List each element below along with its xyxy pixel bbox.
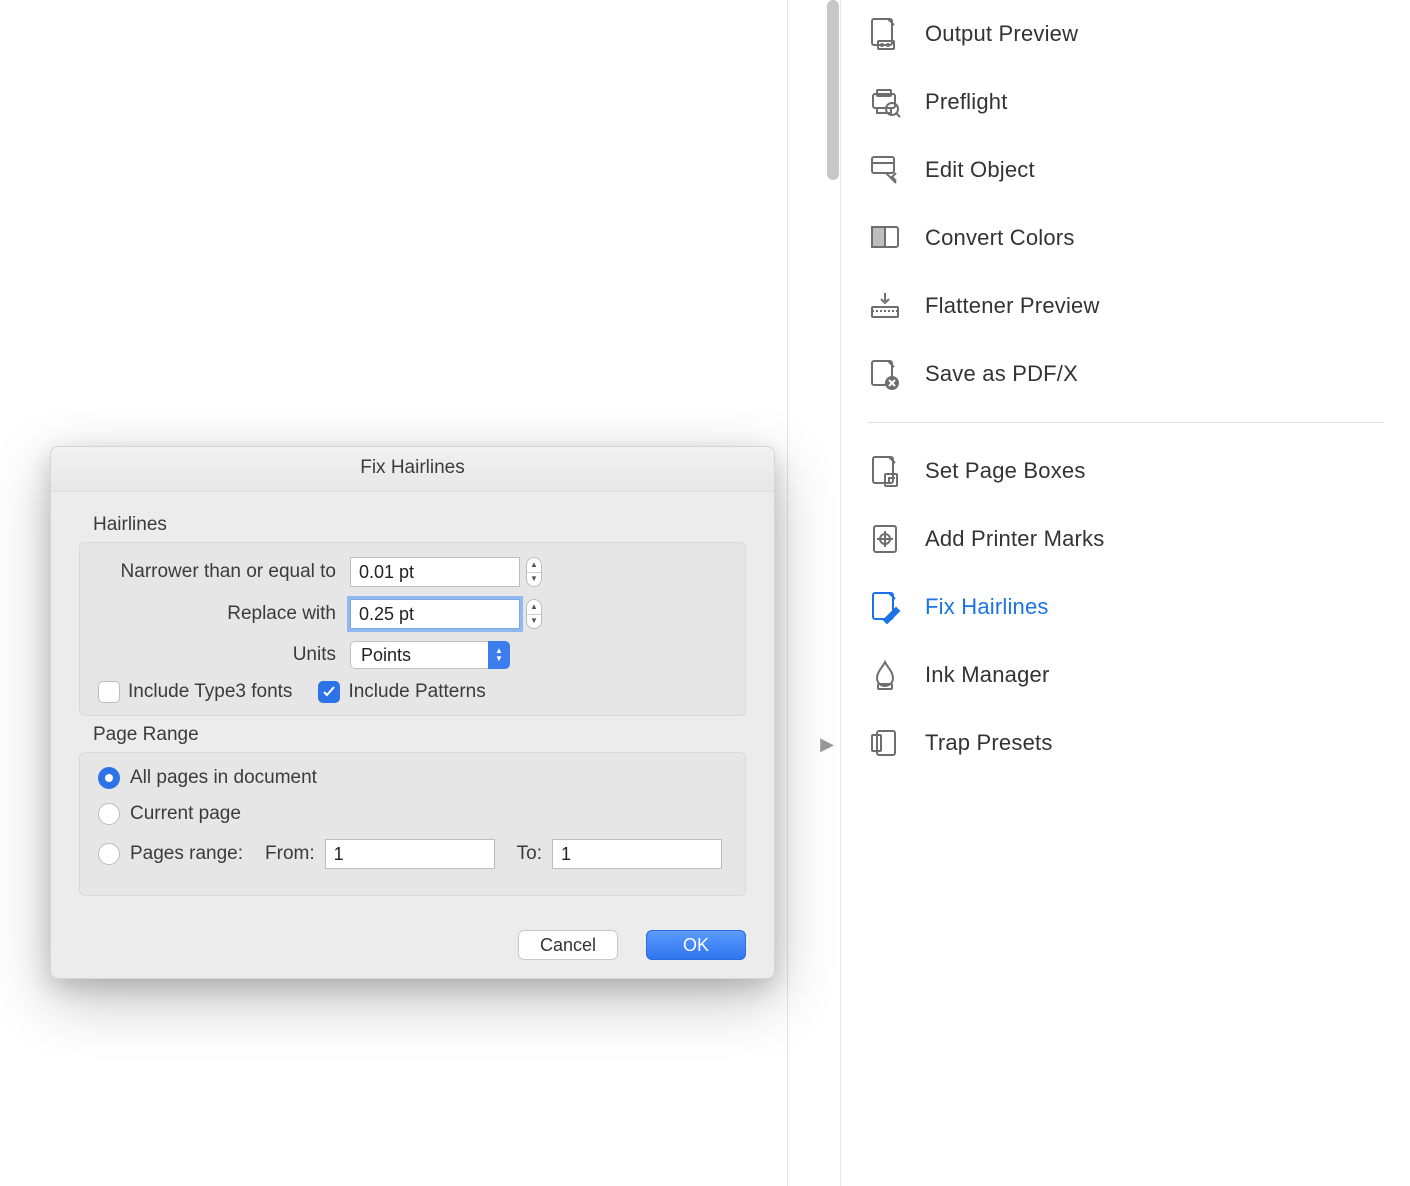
sidebar-item-label: Flattener Preview: [925, 293, 1100, 319]
sidebar-item-ink-manager[interactable]: Ink Manager: [841, 641, 1410, 709]
radio-all-pages-label: All pages in document: [130, 767, 317, 789]
sidebar-item-label: Set Page Boxes: [925, 458, 1086, 484]
to-label: To:: [517, 843, 542, 865]
set-page-boxes-icon: [867, 453, 903, 489]
stepper-up-icon[interactable]: ▲: [527, 558, 541, 573]
print-production-sidebar: Output Preview Preflight Edit Object Con…: [840, 0, 1410, 1186]
narrower-stepper[interactable]: ▲ ▼: [526, 557, 542, 587]
page-range-group-label: Page Range: [93, 724, 746, 746]
preflight-icon: [867, 84, 903, 120]
include-patterns-checkbox[interactable]: [318, 681, 340, 703]
sidebar-item-trap-presets[interactable]: Trap Presets: [841, 709, 1410, 777]
hairlines-group-label: Hairlines: [93, 514, 746, 536]
hairlines-group: Narrower than or equal to ▲ ▼ Replace wi…: [79, 542, 746, 716]
radio-all-pages[interactable]: [98, 767, 120, 789]
sidebar-item-fix-hairlines[interactable]: Fix Hairlines: [841, 573, 1410, 641]
sidebar-item-convert-colors[interactable]: Convert Colors: [841, 204, 1410, 272]
units-select-value: Points: [350, 641, 510, 669]
add-printer-marks-icon: [867, 521, 903, 557]
panel-collapse-handle[interactable]: ▶: [820, 735, 834, 753]
sidebar-item-label: Save as PDF/X: [925, 361, 1078, 387]
sidebar-divider: [867, 422, 1384, 423]
narrower-label: Narrower than or equal to: [98, 561, 350, 583]
fix-hairlines-icon: [867, 589, 903, 625]
units-label: Units: [98, 644, 350, 666]
sidebar-item-add-printer-marks[interactable]: Add Printer Marks: [841, 505, 1410, 573]
sidebar-item-label: Edit Object: [925, 157, 1035, 183]
sidebar-item-save-pdfx[interactable]: Save as PDF/X: [841, 340, 1410, 408]
select-arrows-icon: ▲▼: [488, 641, 510, 669]
from-input[interactable]: [325, 839, 495, 869]
sidebar-item-label: Preflight: [925, 89, 1008, 115]
page-range-group: All pages in document Current page Pages…: [79, 752, 746, 896]
convert-colors-icon: [867, 220, 903, 256]
include-patterns-label: Include Patterns: [348, 681, 485, 703]
sidebar-item-label: Output Preview: [925, 21, 1078, 47]
from-label: From:: [265, 843, 315, 865]
radio-current-page[interactable]: [98, 803, 120, 825]
edit-object-icon: [867, 152, 903, 188]
narrower-input[interactable]: [350, 557, 520, 587]
ink-manager-icon: [867, 657, 903, 693]
to-input[interactable]: [552, 839, 722, 869]
trap-presets-icon: [867, 725, 903, 761]
save-pdfx-icon: [867, 356, 903, 392]
sidebar-item-label: Add Printer Marks: [925, 526, 1104, 552]
sidebar-item-label: Convert Colors: [925, 225, 1075, 251]
units-select[interactable]: Points ▲▼: [350, 641, 510, 669]
stepper-down-icon[interactable]: ▼: [527, 573, 541, 587]
replace-with-input[interactable]: [350, 599, 520, 629]
sidebar-item-flattener-preview[interactable]: Flattener Preview: [841, 272, 1410, 340]
include-type3-label: Include Type3 fonts: [128, 681, 292, 703]
sidebar-item-label: Ink Manager: [925, 662, 1050, 688]
replace-with-label: Replace with: [98, 603, 350, 625]
sidebar-item-output-preview[interactable]: Output Preview: [841, 0, 1410, 68]
scrollbar-track[interactable]: [825, 0, 841, 180]
stepper-up-icon[interactable]: ▲: [527, 600, 541, 615]
cancel-button[interactable]: Cancel: [518, 930, 618, 960]
radio-pages-range[interactable]: [98, 843, 120, 865]
fix-hairlines-dialog: Fix Hairlines Hairlines Narrower than or…: [50, 446, 775, 979]
scrollbar-thumb[interactable]: [827, 0, 839, 180]
ok-button[interactable]: OK: [646, 930, 746, 960]
stepper-down-icon[interactable]: ▼: [527, 615, 541, 629]
include-type3-checkbox[interactable]: [98, 681, 120, 703]
sidebar-item-preflight[interactable]: Preflight: [841, 68, 1410, 136]
sidebar-item-set-page-boxes[interactable]: Set Page Boxes: [841, 437, 1410, 505]
flattener-preview-icon: [867, 288, 903, 324]
radio-current-page-label: Current page: [130, 803, 241, 825]
replace-stepper[interactable]: ▲ ▼: [526, 599, 542, 629]
sidebar-item-edit-object[interactable]: Edit Object: [841, 136, 1410, 204]
output-preview-icon: [867, 16, 903, 52]
sidebar-item-label: Fix Hairlines: [925, 594, 1049, 620]
sidebar-item-label: Trap Presets: [925, 730, 1053, 756]
radio-pages-range-label: Pages range:: [130, 843, 243, 865]
dialog-title: Fix Hairlines: [51, 447, 774, 492]
